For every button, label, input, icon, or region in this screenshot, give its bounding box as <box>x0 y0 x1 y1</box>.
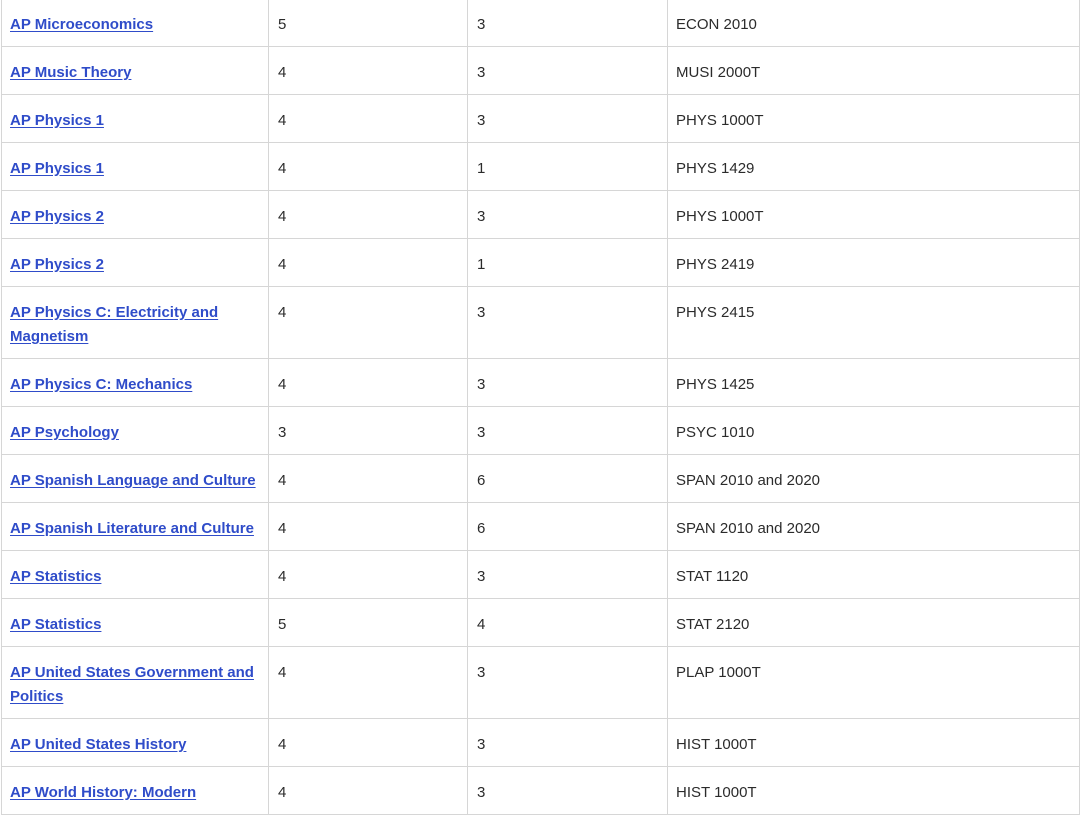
exam-cell: AP Microeconomics <box>1 0 269 47</box>
credits-cell: 3 <box>467 94 668 143</box>
table-row: AP Spanish Literature and Culture 4 6 SP… <box>1 502 1080 551</box>
exam-link[interactable]: AP Physics 2 <box>10 208 104 225</box>
exam-link[interactable]: AP Spanish Literature and Culture <box>10 520 254 537</box>
course-cell: MUSI 2000T <box>667 46 1080 95</box>
table-row: AP Physics C: Electricity and Magnetism … <box>1 286 1080 359</box>
exam-cell: AP Statistics <box>1 598 269 647</box>
table-row: AP Physics 1 4 3 PHYS 1000T <box>1 94 1080 143</box>
credits-cell: 3 <box>467 286 668 359</box>
exam-link[interactable]: AP Physics C: Mechanics <box>10 376 192 393</box>
exam-link[interactable]: AP Psychology <box>10 424 119 441</box>
score-cell: 4 <box>268 454 468 503</box>
course-cell: HIST 1000T <box>667 718 1080 767</box>
credits-cell: 6 <box>467 502 668 551</box>
score-cell: 4 <box>268 718 468 767</box>
credits-cell: 6 <box>467 454 668 503</box>
ap-credit-table: AP Microeconomics 5 3 ECON 2010 AP Music… <box>1 0 1080 815</box>
table-row: AP Physics 2 4 1 PHYS 2419 <box>1 238 1080 287</box>
score-cell: 5 <box>268 598 468 647</box>
course-cell: PLAP 1000T <box>667 646 1080 719</box>
course-cell: STAT 2120 <box>667 598 1080 647</box>
table-row: AP United States Government and Politics… <box>1 646 1080 719</box>
credits-cell: 3 <box>467 46 668 95</box>
exam-cell: AP Physics 1 <box>1 142 269 191</box>
exam-cell: AP Spanish Literature and Culture <box>1 502 269 551</box>
course-cell: STAT 1120 <box>667 550 1080 599</box>
score-cell: 4 <box>268 502 468 551</box>
exam-link[interactable]: AP Physics C: Electricity and Magnetism <box>10 304 218 345</box>
exam-link[interactable]: AP United States History <box>10 736 186 753</box>
score-cell: 4 <box>268 358 468 407</box>
exam-cell: AP Physics 2 <box>1 238 269 287</box>
credits-cell: 3 <box>467 358 668 407</box>
table-row: AP Microeconomics 5 3 ECON 2010 <box>1 0 1080 47</box>
course-cell: HIST 1000T <box>667 766 1080 815</box>
table-row: AP Psychology 3 3 PSYC 1010 <box>1 406 1080 455</box>
score-cell: 5 <box>268 0 468 47</box>
exam-cell: AP Statistics <box>1 550 269 599</box>
exam-link[interactable]: AP Statistics <box>10 616 101 633</box>
credits-cell: 1 <box>467 238 668 287</box>
exam-link[interactable]: AP Microeconomics <box>10 16 153 33</box>
score-cell: 4 <box>268 94 468 143</box>
exam-link[interactable]: AP Physics 1 <box>10 160 104 177</box>
table-row: AP Spanish Language and Culture 4 6 SPAN… <box>1 454 1080 503</box>
exam-link[interactable]: AP Physics 1 <box>10 112 104 129</box>
score-cell: 4 <box>268 142 468 191</box>
exam-cell: AP United States Government and Politics <box>1 646 269 719</box>
exam-cell: AP United States History <box>1 718 269 767</box>
credits-cell: 3 <box>467 646 668 719</box>
credits-cell: 3 <box>467 718 668 767</box>
table-row: AP Statistics 4 3 STAT 1120 <box>1 550 1080 599</box>
score-cell: 4 <box>268 286 468 359</box>
exam-link[interactable]: AP Physics 2 <box>10 256 104 273</box>
exam-link[interactable]: AP World History: Modern <box>10 784 196 801</box>
score-cell: 3 <box>268 406 468 455</box>
course-cell: PHYS 1425 <box>667 358 1080 407</box>
table-row: AP Music Theory 4 3 MUSI 2000T <box>1 46 1080 95</box>
score-cell: 4 <box>268 238 468 287</box>
course-cell: SPAN 2010 and 2020 <box>667 454 1080 503</box>
score-cell: 4 <box>268 646 468 719</box>
score-cell: 4 <box>268 550 468 599</box>
exam-link[interactable]: AP Music Theory <box>10 64 131 81</box>
table-row: AP Physics 1 4 1 PHYS 1429 <box>1 142 1080 191</box>
course-cell: PSYC 1010 <box>667 406 1080 455</box>
credits-cell: 3 <box>467 190 668 239</box>
credits-cell: 3 <box>467 406 668 455</box>
exam-link[interactable]: AP Statistics <box>10 568 101 585</box>
exam-cell: AP Spanish Language and Culture <box>1 454 269 503</box>
credits-cell: 3 <box>467 0 668 47</box>
exam-cell: AP Psychology <box>1 406 269 455</box>
course-cell: PHYS 2419 <box>667 238 1080 287</box>
credits-cell: 3 <box>467 550 668 599</box>
ap-credit-table-container: AP Microeconomics 5 3 ECON 2010 AP Music… <box>0 0 1080 815</box>
exam-link[interactable]: AP Spanish Language and Culture <box>10 472 256 489</box>
course-cell: PHYS 1429 <box>667 142 1080 191</box>
course-cell: PHYS 1000T <box>667 190 1080 239</box>
course-cell: ECON 2010 <box>667 0 1080 47</box>
course-cell: PHYS 1000T <box>667 94 1080 143</box>
exam-cell: AP Physics 2 <box>1 190 269 239</box>
table-row: AP Physics C: Mechanics 4 3 PHYS 1425 <box>1 358 1080 407</box>
table-row: AP Physics 2 4 3 PHYS 1000T <box>1 190 1080 239</box>
score-cell: 4 <box>268 190 468 239</box>
score-cell: 4 <box>268 46 468 95</box>
credits-cell: 1 <box>467 142 668 191</box>
course-cell: PHYS 2415 <box>667 286 1080 359</box>
exam-cell: AP Physics 1 <box>1 94 269 143</box>
credits-cell: 4 <box>467 598 668 647</box>
exam-cell: AP World History: Modern <box>1 766 269 815</box>
exam-cell: AP Physics C: Electricity and Magnetism <box>1 286 269 359</box>
score-cell: 4 <box>268 766 468 815</box>
table-row: AP Statistics 5 4 STAT 2120 <box>1 598 1080 647</box>
table-row: AP World History: Modern 4 3 HIST 1000T <box>1 766 1080 815</box>
credits-cell: 3 <box>467 766 668 815</box>
table-row: AP United States History 4 3 HIST 1000T <box>1 718 1080 767</box>
exam-link[interactable]: AP United States Government and Politics <box>10 664 254 705</box>
exam-cell: AP Music Theory <box>1 46 269 95</box>
course-cell: SPAN 2010 and 2020 <box>667 502 1080 551</box>
exam-cell: AP Physics C: Mechanics <box>1 358 269 407</box>
